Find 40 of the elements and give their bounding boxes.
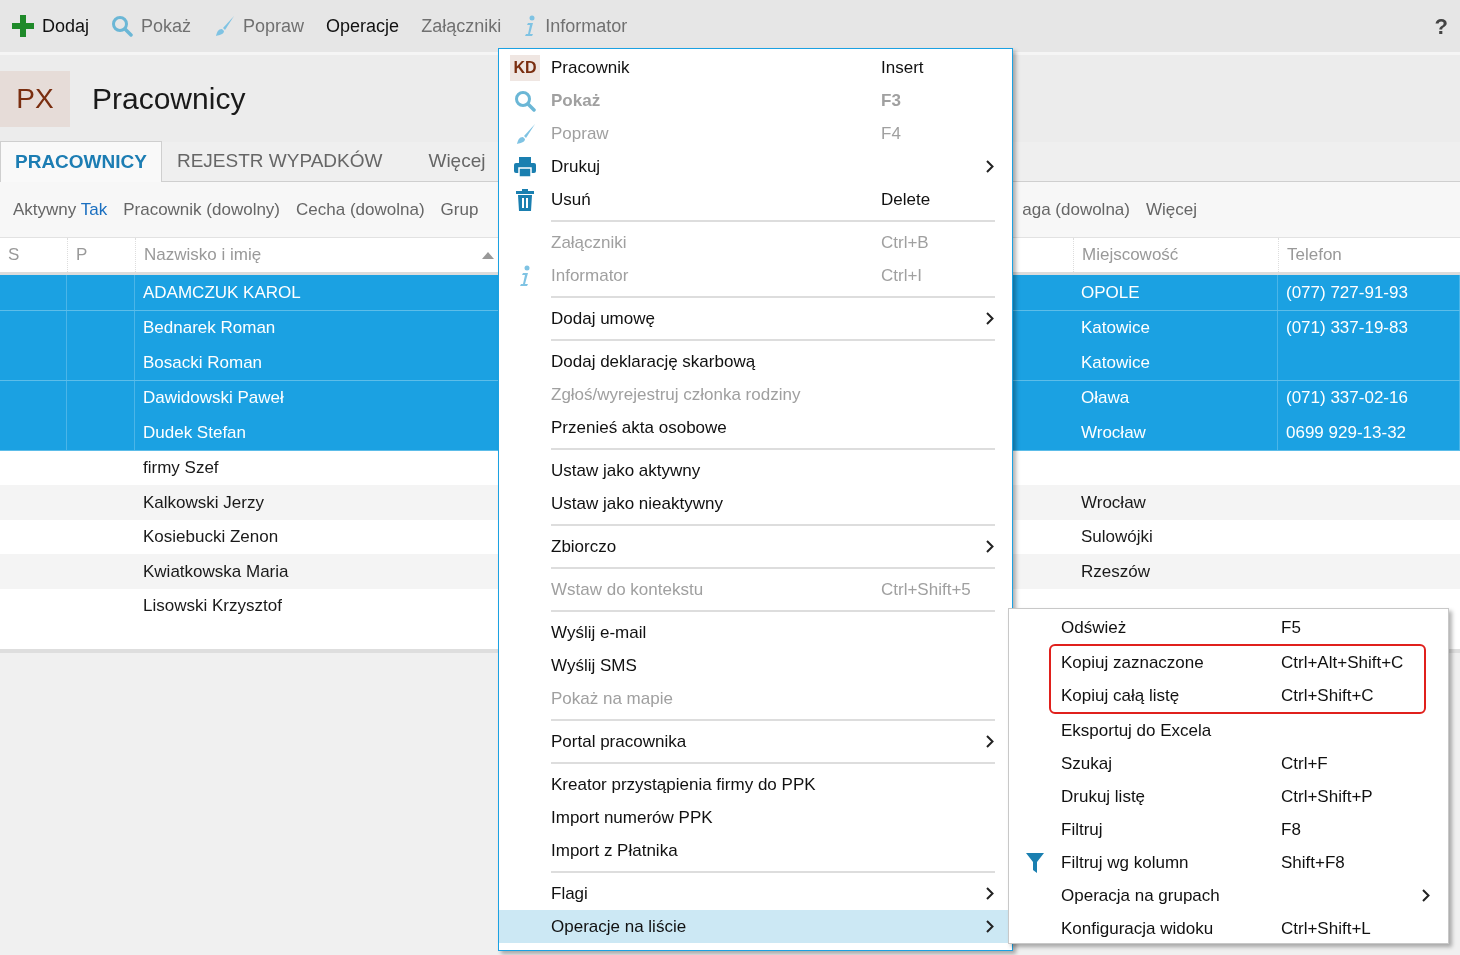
page-title: Pracownicy	[92, 81, 246, 117]
table-cell-text: Kalkowski Jerzy	[143, 491, 264, 514]
table-cell-text: Bosacki Roman	[143, 351, 263, 374]
table-cell-text: ADAMCZUK KAROL	[143, 281, 301, 304]
shortcut-label: Ctrl+F	[1281, 753, 1328, 773]
shortcut-label: Insert	[881, 57, 924, 77]
table-cell-text: firmy Szef	[143, 457, 219, 479]
shortcut-label: Ctrl+Shift+5	[881, 579, 971, 599]
table-cell-text: Wrocław	[1081, 491, 1146, 514]
shortcut-label: F5	[1281, 617, 1301, 637]
module-badge: PX	[0, 70, 70, 127]
table-cell-text: Rzeszów	[1081, 560, 1150, 583]
table-cell-text: Sulowójki	[1081, 526, 1153, 548]
table-cell-text: OPOLE	[1081, 281, 1140, 304]
table-cell-text: (071) 337-02-16	[1286, 387, 1408, 409]
shortcut-label: Ctrl+Shift+P	[1281, 786, 1373, 806]
shortcut-label: F4	[881, 123, 901, 143]
table-cell-text: 0699 929-13-32	[1286, 421, 1407, 444]
shortcut-label: Ctrl+Shift+L	[1281, 918, 1371, 938]
table-cell-text: (071) 337-19-83	[1286, 317, 1408, 339]
shortcut-label: Ctrl+B	[881, 232, 929, 252]
table-cell-text: Dudek Stefan	[143, 421, 246, 444]
shortcut-label: Ctrl+I	[881, 265, 923, 285]
table-cell-text: Lisowski Krzysztof	[143, 595, 282, 617]
shortcut-label: F3	[881, 90, 901, 110]
shortcut-label: Ctrl+Alt+Shift+C	[1281, 652, 1404, 672]
table-cell-text: (077) 727-91-93	[1286, 281, 1408, 304]
table-cell-text: Kwiatkowska Maria	[143, 560, 289, 583]
shortcut-label: Shift+F8	[1281, 852, 1345, 872]
table-cell-text: Kosiebucki Zenon	[143, 526, 279, 548]
table-cell-text: Bednarek Roman	[143, 317, 276, 339]
record-badge: KD	[510, 54, 540, 81]
shortcut-label: Ctrl+Shift+C	[1281, 685, 1374, 705]
table-cell-text: Wrocław	[1081, 421, 1146, 444]
table-cell-text: Oława	[1081, 387, 1130, 409]
shortcut-label: F8	[1281, 819, 1301, 839]
table-cell-text: Katowice	[1081, 351, 1150, 374]
table-cell-text: Katowice	[1081, 317, 1150, 339]
shortcut-label: Delete	[881, 189, 931, 209]
table-cell-text: Dawidowski Paweł	[143, 387, 284, 409]
